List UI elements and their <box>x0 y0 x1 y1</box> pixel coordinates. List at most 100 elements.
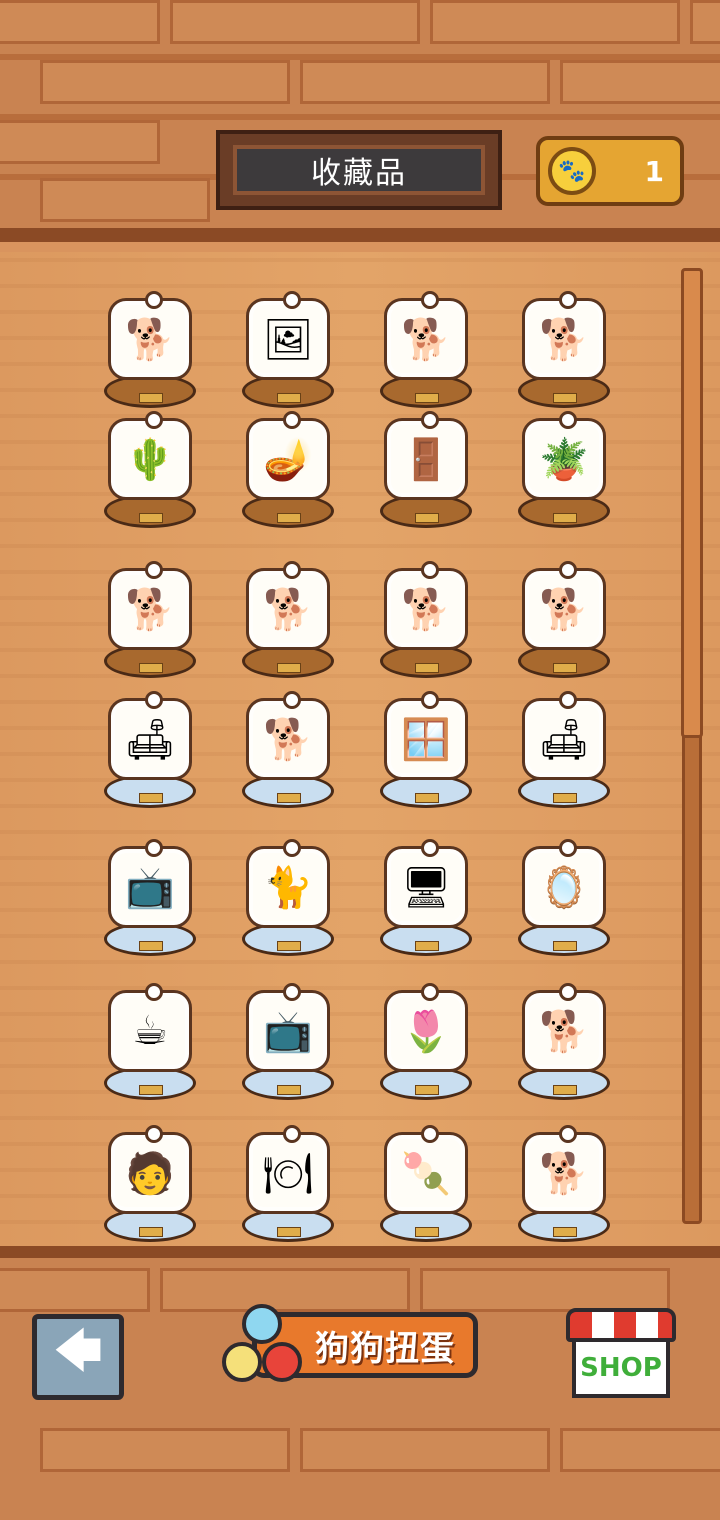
shiba-red-sofa-icon: 🐕 <box>246 691 330 780</box>
keychain-hook <box>283 983 301 1001</box>
shop-label: SHOP <box>572 1338 670 1398</box>
stand-nameplate <box>277 513 301 523</box>
figure-glyph: 🖼 <box>262 316 314 363</box>
keychain-hook <box>283 839 301 857</box>
collectible-shiba-stretching[interactable]: 🐕 <box>366 560 486 690</box>
collectible-green-cat[interactable]: 🐈 <box>228 838 348 968</box>
collectible-shiba-armchair[interactable]: 🛋 <box>90 690 210 820</box>
collectible-mirror[interactable]: 🪞 <box>504 838 624 968</box>
figure-glyph: 🐈 <box>263 864 313 911</box>
stand-nameplate <box>277 1227 301 1237</box>
stand-nameplate <box>415 513 439 523</box>
shop-button[interactable]: SHOP <box>566 1308 676 1398</box>
collectible-shiba-sitting[interactable]: 🐕 <box>90 290 210 420</box>
dining-table-icon: 🍽 <box>246 1125 330 1214</box>
computer-icon: 🖥 <box>384 839 468 928</box>
stand-nameplate <box>139 663 163 673</box>
collectible-shiba-with-bowl[interactable]: 🐕 <box>504 290 624 420</box>
collectible-shiba-red-sofa[interactable]: 🐕 <box>228 690 348 820</box>
figure-glyph: 🚪 <box>401 436 451 483</box>
figure-glyph: 🐕 <box>401 586 451 633</box>
collectible-tv-cabinet[interactable]: 📺 <box>90 838 210 968</box>
round-window-icon: 🪟 <box>384 691 468 780</box>
collectible-tv-set[interactable]: 📺 <box>228 982 348 1112</box>
collectible-framed-painting[interactable]: 🖼 <box>228 290 348 420</box>
floor-lamp-icon: 🪔 <box>246 411 330 500</box>
collectible-round-window[interactable]: 🪟 <box>366 690 486 820</box>
shiba-skewer-icon: 🍡 <box>384 1125 468 1214</box>
keychain-hook <box>421 411 439 429</box>
figure-glyph: 🌷 <box>401 1008 451 1055</box>
boy-with-shiba-icon: 🧑 <box>108 1125 192 1214</box>
figure-glyph: 🛋 <box>538 716 590 763</box>
stand-nameplate <box>553 513 577 523</box>
collectible-shiba-with-cactus[interactable]: 🌵 <box>90 410 210 540</box>
collectible-shiba-sleeping[interactable]: 🐕 <box>90 560 210 690</box>
figure-glyph: 🐕 <box>539 316 589 363</box>
keychain-hook <box>421 1125 439 1143</box>
shiba-sitting-icon: 🐕 <box>108 291 192 380</box>
collectible-shiba-cushion[interactable]: 🐕 <box>504 982 624 1112</box>
collectible-plant-table[interactable]: 🪴 <box>504 410 624 540</box>
shiba-with-bowl-icon: 🐕 <box>522 291 606 380</box>
keychain-hook <box>421 561 439 579</box>
figure-glyph: 🐕 <box>125 586 175 633</box>
keychain-hook <box>283 561 301 579</box>
figure-glyph: ☕ <box>132 1008 168 1054</box>
stand-nameplate <box>553 941 577 951</box>
stand-nameplate <box>553 793 577 803</box>
figure-glyph: 🍽 <box>262 1150 314 1197</box>
keychain-hook <box>145 691 163 709</box>
keychain-hook <box>559 691 577 709</box>
keychain-hook <box>421 983 439 1001</box>
figure-glyph: 🐕 <box>539 586 589 633</box>
shiba-with-hat-icon: 🐕 <box>246 561 330 650</box>
stand-nameplate <box>277 1085 301 1095</box>
collectible-shiba-skewer[interactable]: 🍡 <box>366 1124 486 1248</box>
plant-table-icon: 🪴 <box>522 411 606 500</box>
keychain-hook <box>421 839 439 857</box>
collectible-wardrobe[interactable]: 🚪 <box>366 410 486 540</box>
collectible-shiba-flowerbed[interactable]: 🌷 <box>366 982 486 1112</box>
figure-glyph: 🪴 <box>539 436 589 483</box>
stand-nameplate <box>553 1085 577 1095</box>
stand-nameplate <box>415 793 439 803</box>
stand-nameplate <box>415 663 439 673</box>
collectible-shiba-with-box[interactable]: 🐕 <box>504 560 624 690</box>
keychain-hook <box>145 411 163 429</box>
collectible-boy-with-shiba[interactable]: 🧑 <box>90 1124 210 1248</box>
stand-nameplate <box>277 793 301 803</box>
keychain-hook <box>283 1125 301 1143</box>
keychain-hook <box>145 839 163 857</box>
figure-glyph: 🪞 <box>539 864 589 911</box>
shop-awning-icon <box>566 1308 676 1342</box>
stand-nameplate <box>415 1227 439 1237</box>
scrollbar-thumb[interactable] <box>681 268 703 738</box>
stand-nameplate <box>553 1227 577 1237</box>
gacha-button[interactable]: 狗狗扭蛋 <box>212 1298 482 1396</box>
shiba-lying-icon: 🐕 <box>384 291 468 380</box>
keychain-hook <box>559 839 577 857</box>
keychain-hook <box>559 291 577 309</box>
collectible-floor-lamp[interactable]: 🪔 <box>228 410 348 540</box>
collectible-shiba-couch[interactable]: 🛋 <box>504 690 624 820</box>
stand-nameplate <box>139 793 163 803</box>
collectible-dining-table[interactable]: 🍽 <box>228 1124 348 1248</box>
figure-glyph: 🐕 <box>263 716 313 763</box>
keychain-hook <box>145 983 163 1001</box>
collectible-shiba-with-hat[interactable]: 🐕 <box>228 560 348 690</box>
shiba-marbles-icon: 🐕 <box>522 1125 606 1214</box>
coffee-machine-shiba-icon: ☕ <box>108 983 192 1072</box>
stand-nameplate <box>553 663 577 673</box>
figure-glyph: 🖥 <box>400 864 452 911</box>
back-button[interactable]: 🡄 <box>32 1314 124 1400</box>
figure-glyph: 🪟 <box>401 716 451 763</box>
gacha-balls-icon <box>212 1298 312 1396</box>
collectible-coffee-machine-shiba[interactable]: ☕ <box>90 982 210 1112</box>
stand-nameplate <box>277 663 301 673</box>
stand-nameplate <box>553 393 577 403</box>
figure-glyph: 🍡 <box>401 1150 451 1197</box>
collectible-computer[interactable]: 🖥 <box>366 838 486 968</box>
collectible-shiba-marbles[interactable]: 🐕 <box>504 1124 624 1248</box>
collectible-shiba-lying[interactable]: 🐕 <box>366 290 486 420</box>
